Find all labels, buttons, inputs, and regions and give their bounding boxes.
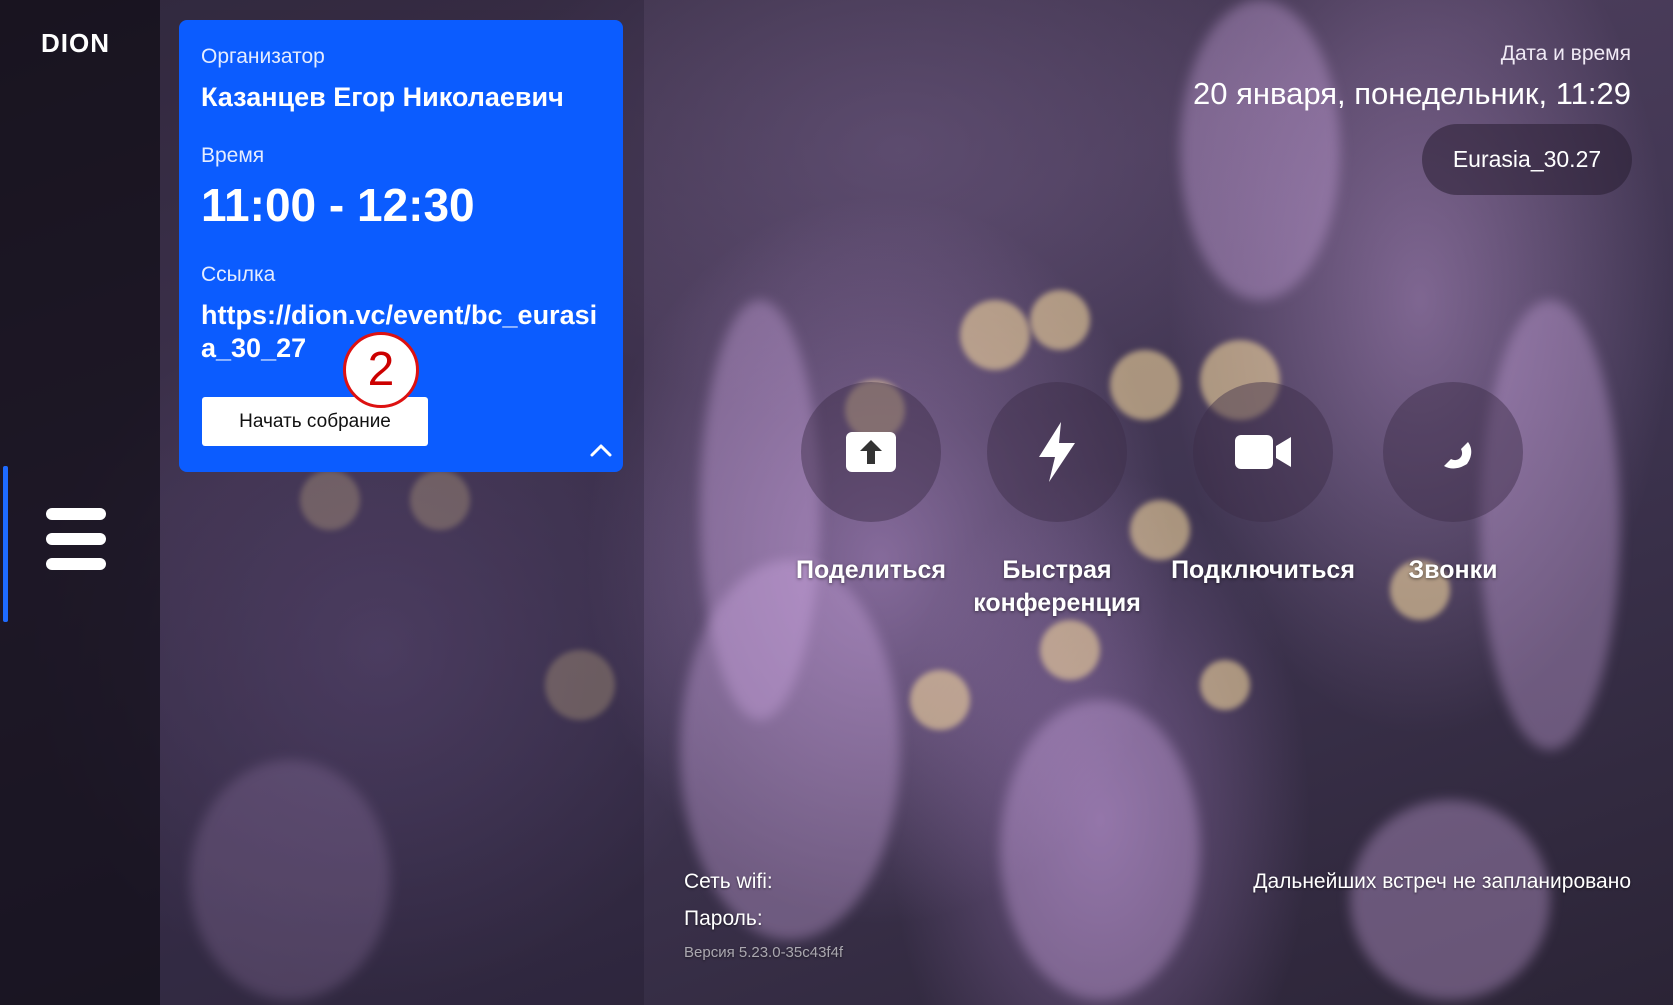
share-button-circle <box>801 382 941 522</box>
hamburger-line <box>46 558 106 570</box>
bokeh-light <box>1200 660 1250 710</box>
flower-blur <box>1350 800 1550 1000</box>
share-label: Поделиться <box>795 556 947 584</box>
calls-button[interactable]: Звонки <box>1358 382 1548 587</box>
step-number-badge: 2 <box>343 332 419 408</box>
wifi-label: Сеть wifi: <box>684 870 773 893</box>
organizer-name: Казанцев Егор Николаевич <box>201 82 564 112</box>
app-logo: DION <box>41 28 110 58</box>
chevron-up-icon[interactable] <box>589 442 613 458</box>
datetime-value: 20 января, понедельник, 11:29 <box>1192 76 1631 111</box>
bokeh-light <box>910 670 970 730</box>
upload-icon <box>846 432 896 472</box>
datetime-label: Дата и время <box>1500 42 1631 65</box>
sidebar-rail: DION <box>0 0 160 1005</box>
join-button-circle <box>1193 382 1333 522</box>
time-value: 11:00 - 12:30 <box>201 179 475 231</box>
link-label: Ссылка <box>201 263 276 286</box>
bokeh-light <box>1040 620 1100 680</box>
share-button[interactable]: Поделиться <box>776 382 966 587</box>
video-camera-icon <box>1235 435 1291 469</box>
quick-conference-label: Быстрая конференция <box>973 556 1141 617</box>
join-label: Подключиться <box>1171 556 1355 584</box>
no-upcoming-meetings-text: Дальнейших встреч не запланировано <box>1253 870 1631 893</box>
hamburger-line <box>46 533 106 545</box>
join-button[interactable]: Подключиться <box>1168 382 1358 587</box>
time-label: Время <box>201 144 265 167</box>
version-label: Версия 5.23.0-35c43f4f <box>684 944 844 961</box>
quick-conference-circle <box>987 382 1127 522</box>
meeting-card: Организатор Казанцев Егор Николаевич Вре… <box>179 20 623 472</box>
room-name-badge: Eurasia_30.27 <box>1422 124 1632 195</box>
phone-icon <box>1444 442 1472 469</box>
lightning-icon <box>1039 422 1075 482</box>
calls-label: Звонки <box>1408 556 1498 584</box>
flower-blur <box>1180 0 1340 300</box>
password-label: Пароль: <box>684 907 763 930</box>
bokeh-light <box>960 300 1030 370</box>
organizer-label: Организатор <box>201 45 325 68</box>
hamburger-line <box>46 508 106 520</box>
flower-blur <box>1000 700 1200 1000</box>
quick-conference-button[interactable]: Быстрая конференция <box>962 382 1152 620</box>
bokeh-light <box>1030 290 1090 350</box>
calls-button-circle <box>1383 382 1523 522</box>
menu-button[interactable] <box>46 508 110 574</box>
active-indicator <box>3 466 8 622</box>
